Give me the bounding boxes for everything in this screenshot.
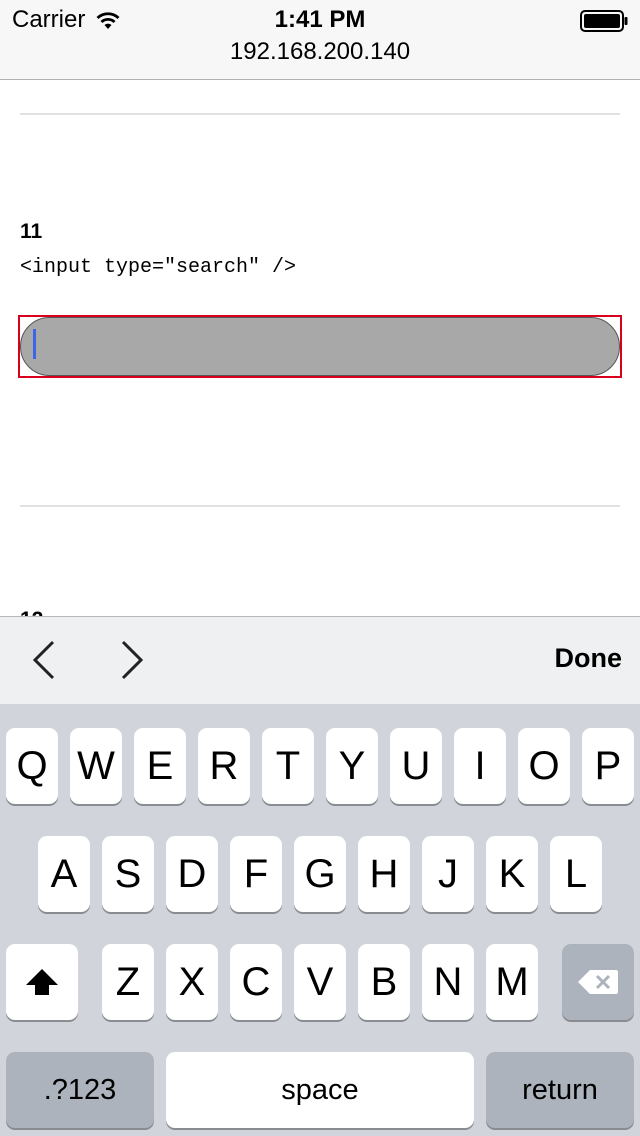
key-c[interactable]: C bbox=[230, 944, 282, 1020]
key-label: D bbox=[177, 851, 207, 896]
browser-topbar: Carrier 1:41 PM 192.168.200.140 bbox=[0, 0, 640, 80]
key-label: G bbox=[304, 851, 336, 896]
shift-key[interactable] bbox=[6, 944, 78, 1020]
key-label: I bbox=[474, 743, 486, 788]
key-g[interactable]: G bbox=[294, 836, 346, 912]
key-l[interactable]: L bbox=[550, 836, 602, 912]
key-label: H bbox=[369, 851, 399, 896]
screen: Carrier 1:41 PM 192.168.200.140 11 <inpu… bbox=[0, 0, 640, 1136]
key-r[interactable]: R bbox=[198, 728, 250, 804]
key-q[interactable]: Q bbox=[6, 728, 58, 804]
key-label: R bbox=[209, 743, 239, 788]
key-label: E bbox=[146, 743, 174, 788]
key-label: A bbox=[50, 851, 78, 896]
key-label: K bbox=[498, 851, 526, 896]
key-b[interactable]: B bbox=[358, 944, 410, 1020]
key-j[interactable]: J bbox=[422, 836, 474, 912]
key-label: M bbox=[495, 959, 529, 1004]
next-section-number: 12 bbox=[20, 608, 43, 616]
divider bbox=[20, 505, 620, 507]
key-label: F bbox=[243, 851, 269, 896]
key-e[interactable]: E bbox=[134, 728, 186, 804]
key-label: .?123 bbox=[43, 1073, 117, 1106]
battery-icon bbox=[580, 10, 628, 32]
chevron-right-icon bbox=[121, 640, 144, 680]
key-d[interactable]: D bbox=[166, 836, 218, 912]
key-label: Z bbox=[115, 959, 141, 1004]
key-m[interactable]: M bbox=[486, 944, 538, 1020]
key-s[interactable]: S bbox=[102, 836, 154, 912]
key-k[interactable]: K bbox=[486, 836, 538, 912]
backspace-icon bbox=[578, 970, 618, 994]
key-p[interactable]: P bbox=[582, 728, 634, 804]
key-label: return bbox=[522, 1073, 598, 1106]
key-label: W bbox=[77, 743, 115, 788]
web-content: 11 <input type="search" /> 12 bbox=[0, 80, 640, 616]
key-f[interactable]: F bbox=[230, 836, 282, 912]
key-v[interactable]: V bbox=[294, 944, 346, 1020]
space-key[interactable]: space bbox=[166, 1052, 474, 1128]
previous-field-button[interactable] bbox=[24, 639, 64, 681]
key-label: O bbox=[528, 743, 560, 788]
return-key[interactable]: return bbox=[486, 1052, 634, 1128]
divider bbox=[20, 113, 620, 115]
key-i[interactable]: I bbox=[454, 728, 506, 804]
address-bar[interactable]: 192.168.200.140 bbox=[0, 38, 640, 66]
key-label: Q bbox=[16, 743, 48, 788]
key-label: N bbox=[433, 959, 463, 1004]
key-label: P bbox=[594, 743, 622, 788]
key-label: T bbox=[275, 743, 301, 788]
key-label: Y bbox=[338, 743, 366, 788]
key-label: S bbox=[114, 851, 142, 896]
key-t[interactable]: T bbox=[262, 728, 314, 804]
key-label: C bbox=[241, 959, 271, 1004]
key-y[interactable]: Y bbox=[326, 728, 378, 804]
key-label: X bbox=[178, 959, 206, 1004]
key-label: J bbox=[438, 851, 458, 896]
backspace-key[interactable] bbox=[562, 944, 634, 1020]
section-number: 11 bbox=[20, 220, 43, 243]
key-z[interactable]: Z bbox=[102, 944, 154, 1020]
search-input[interactable] bbox=[20, 317, 620, 376]
key-u[interactable]: U bbox=[390, 728, 442, 804]
key-label: L bbox=[564, 851, 588, 896]
code-sample: <input type="search" /> bbox=[20, 256, 297, 279]
key-w[interactable]: W bbox=[70, 728, 122, 804]
form-accessory-bar: Done bbox=[0, 616, 640, 704]
key-label: B bbox=[370, 959, 398, 1004]
key-n[interactable]: N bbox=[422, 944, 474, 1020]
shift-icon bbox=[26, 969, 58, 995]
status-time: 1:41 PM bbox=[274, 6, 366, 33]
key-label: V bbox=[306, 959, 334, 1004]
keyboard: Q W E R T Y U I O P A S D F G H J K L Z … bbox=[0, 704, 640, 1136]
key-label: U bbox=[401, 743, 431, 788]
chevron-left-icon bbox=[32, 640, 55, 680]
key-o[interactable]: O bbox=[518, 728, 570, 804]
next-field-button[interactable] bbox=[112, 639, 152, 681]
done-button[interactable]: Done bbox=[555, 643, 623, 674]
key-x[interactable]: X bbox=[166, 944, 218, 1020]
key-h[interactable]: H bbox=[358, 836, 410, 912]
key-label: space bbox=[281, 1073, 359, 1106]
text-caret bbox=[33, 329, 36, 359]
numbers-key[interactable]: .?123 bbox=[6, 1052, 154, 1128]
key-a[interactable]: A bbox=[38, 836, 90, 912]
